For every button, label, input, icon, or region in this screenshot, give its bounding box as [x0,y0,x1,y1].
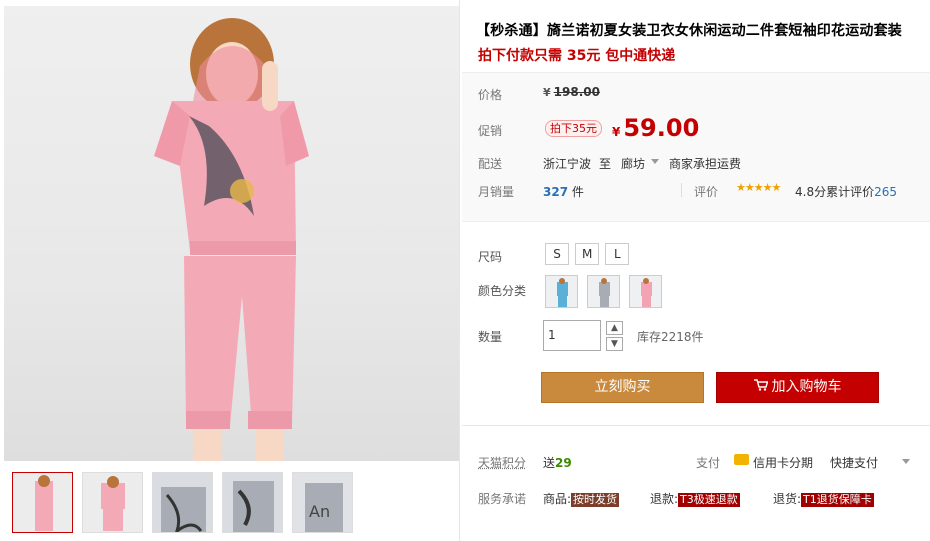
size-option-l[interactable]: L [605,243,630,265]
svg-text:An: An [309,502,330,521]
currency-symbol: ¥ [612,125,621,139]
color-label: 颜色分类 [478,284,527,298]
payment-label: 支付 [696,456,721,470]
promo-tag: 拍下35元 [545,120,602,137]
rating-score: 4.8分 [795,185,827,199]
monthly-sales: 327 件 [543,183,584,200]
quantity-increase-icon[interactable]: ▲ [606,321,623,335]
service-label: 服务承诺 [478,492,527,506]
size-options: S M L [545,243,630,265]
main-product-image[interactable] [4,6,459,461]
quantity-label: 数量 [478,330,503,344]
model-photo [154,18,309,461]
color-swatch-pink[interactable] [629,275,662,308]
thumbnail-4[interactable] [222,472,283,533]
points-label[interactable]: 天猫积分 [478,454,526,471]
ship-to-word: 至 [599,157,612,171]
ship-on-time-badge: 按时发货 [571,493,620,507]
return-label: 退货: [773,492,802,506]
points-value: 送29 [543,454,572,471]
goods-label: 商品: [543,492,572,506]
size-option-m[interactable]: M [575,243,600,265]
quantity-decrease-icon[interactable]: ▼ [606,337,623,351]
shipping-fee-note: 商家承担运费 [669,157,742,171]
add-to-cart-label: 加入购物车 [771,379,842,395]
rating-total-label: 累计评价 [826,185,875,199]
product-subtitle: 拍下付款只需 35元 包中通快递 [478,48,676,64]
promo-price-value: 59.00 [623,114,700,142]
sales-unit: 件 [571,185,584,199]
sales-label: 月销量 [478,185,515,199]
quantity-input[interactable]: 1 [543,320,601,351]
promo-label: 促销 [478,124,503,138]
original-price: ¥198.00 [543,85,600,99]
product-title: 【秒杀通】旖兰诺初夏女装卫衣女休闲运动二件套短袖印花运动套装 [476,23,902,39]
size-label: 尺码 [478,250,503,264]
add-to-cart-button[interactable]: 加入购物车 [716,372,879,403]
points-number: 29 [555,456,572,470]
rating-summary[interactable]: 4.8分累计评价265 [795,183,897,200]
thumbnail-3[interactable] [152,472,213,533]
color-swatch-blue[interactable] [545,275,578,308]
cart-icon [753,373,768,402]
divider [462,425,930,426]
refund-promise[interactable]: 退款: T3极速退款 [650,490,740,507]
shipping-label: 配送 [478,157,503,171]
thumbnail-5[interactable]: An [292,472,353,533]
thumbnail-2[interactable] [82,472,143,533]
ship-destination[interactable]: 廊坊 [621,155,645,172]
sales-count: 327 [543,185,569,199]
thumbnail-strip: An [12,472,353,533]
divider [681,183,682,197]
thumbnail-1[interactable] [12,472,73,533]
return-promise[interactable]: 退货: T1退货保障卡 [773,490,874,507]
color-swatch-gray[interactable] [587,275,620,308]
currency-symbol: ¥ [543,86,551,99]
ship-from: 浙江宁波 [543,157,592,171]
chevron-down-icon[interactable] [651,159,659,164]
return-guarantee-badge: T1退货保障卡 [801,493,874,507]
credit-card-icon [734,454,749,465]
goods-promise[interactable]: 商品: 按时发货 [543,490,620,507]
rating-total: 265 [874,185,898,199]
star-rating-icon: ★★★★★ [736,181,781,194]
refund-label: 退款: [650,492,679,506]
price-label: 价格 [478,88,503,102]
points-prefix: 送 [543,456,556,470]
color-options [545,275,662,308]
fast-refund-badge: T3极速退款 [678,493,740,507]
chevron-down-icon[interactable] [902,459,910,464]
promo-price: ¥59.00 [612,114,699,142]
product-gallery: An [0,0,460,541]
review-label: 评价 [694,185,719,199]
quick-pay-option[interactable]: 快捷支付 [830,454,878,471]
original-price-value: 198.00 [553,85,600,99]
installment-option[interactable]: 信用卡分期 [753,454,813,471]
buy-now-button[interactable]: 立刻购买 [541,372,704,403]
size-option-s[interactable]: S [545,243,569,265]
stock-count: 库存2218件 [637,330,704,344]
